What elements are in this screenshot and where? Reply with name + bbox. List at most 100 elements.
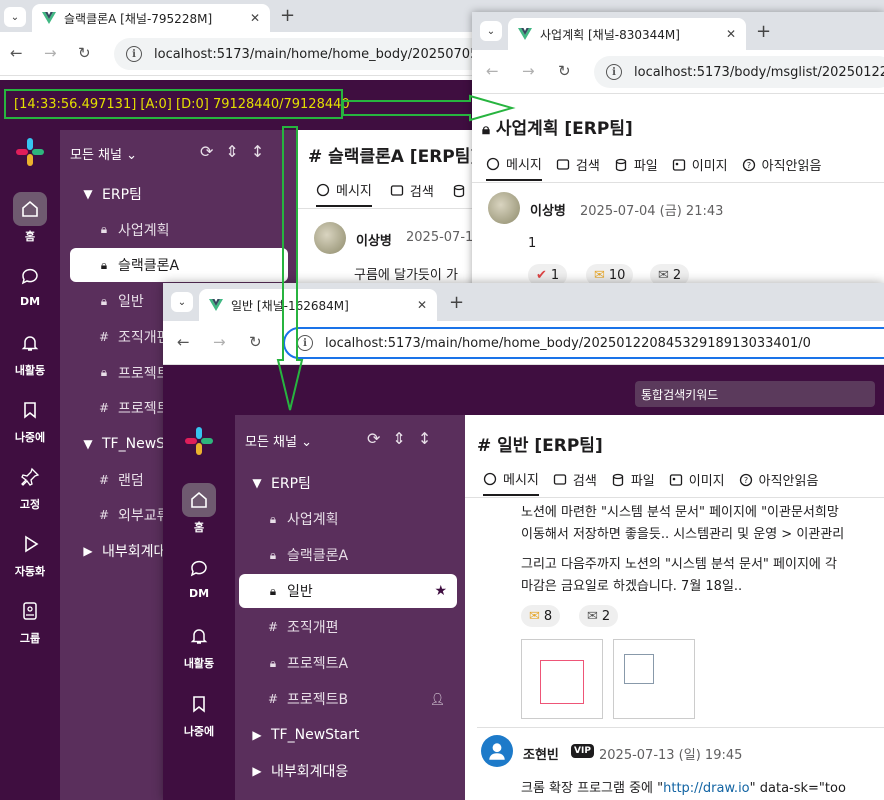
rail-label: 내활동 bbox=[14, 364, 46, 377]
tab-files[interactable]: 파일 bbox=[614, 154, 658, 181]
avatar[interactable] bbox=[314, 222, 346, 254]
close-tab-icon[interactable]: ✕ bbox=[417, 298, 427, 312]
collapse-icon[interactable]: ⇕ bbox=[225, 142, 238, 161]
tab-messages[interactable]: 메시지 bbox=[316, 180, 372, 207]
tab-messages[interactable]: 메시지 bbox=[486, 154, 542, 181]
message-link[interactable]: http://draw.io bbox=[663, 781, 750, 796]
sidebar-channel[interactable]: # 프로젝트B 👤︎ bbox=[239, 682, 457, 716]
all-channels-dropdown[interactable]: 모든 채널 ⌄ bbox=[70, 144, 137, 163]
sidebar-group[interactable]: ▼ ERP팀 bbox=[70, 177, 288, 211]
address-bar[interactable]: i localhost:5173/main/home/home_body/202… bbox=[114, 38, 514, 70]
pin-icon bbox=[21, 467, 40, 486]
sidebar-channel[interactable]: 🔒︎ 프로젝트A bbox=[239, 646, 457, 680]
star-icon[interactable]: ★ bbox=[434, 583, 447, 599]
tab-search-button[interactable]: ⌄ bbox=[4, 7, 26, 27]
tab-unread[interactable]: ? 아직안읽음 bbox=[739, 469, 818, 496]
hash-icon: # bbox=[98, 329, 110, 344]
avatar[interactable] bbox=[488, 192, 520, 224]
sidebar-group[interactable]: ▶ TF_NewStart bbox=[239, 718, 457, 752]
reload-icon[interactable]: ↻ bbox=[78, 44, 91, 62]
close-tab-icon[interactable]: ✕ bbox=[726, 27, 736, 41]
close-tab-icon[interactable]: ✕ bbox=[250, 11, 260, 25]
url-text: localhost:5173/main/home/home_body/20250… bbox=[325, 335, 811, 351]
rail-item-dm[interactable]: DM bbox=[0, 259, 60, 308]
message-author[interactable]: 이상병 bbox=[356, 230, 392, 249]
sidebar-channel[interactable]: 🔒︎ 사업계획 bbox=[70, 213, 288, 247]
expand-icon[interactable]: ↕ bbox=[418, 429, 431, 448]
rail-item-dm[interactable]: DM bbox=[163, 551, 235, 600]
rail-item-later[interactable]: 나중에 bbox=[0, 393, 60, 445]
sidebar-group[interactable]: ▼ ERP팀 bbox=[239, 466, 457, 500]
sidebar-channel[interactable]: 🔒︎ 슬랙클론A bbox=[239, 538, 457, 572]
reaction-envelope[interactable]: ✉ 2 bbox=[579, 605, 619, 627]
tab-title: 사업계획 [채널-830344M] bbox=[540, 27, 680, 42]
message-author[interactable]: 이상병 bbox=[530, 200, 566, 219]
envelope-icon: ✉ bbox=[658, 267, 669, 283]
channel-title-text: 사업계획 [ERP팀] bbox=[495, 119, 633, 139]
rail-item-activity[interactable]: 내활동 bbox=[163, 619, 235, 671]
tab-files[interactable]: 파일 bbox=[611, 469, 655, 496]
sidebar-channel[interactable]: 🔒︎ 사업계획 bbox=[239, 502, 457, 536]
rail-item-automation[interactable]: 자동화 bbox=[0, 527, 60, 579]
rail-item-later[interactable]: 나중에 bbox=[163, 687, 235, 739]
reload-icon[interactable]: ↻ bbox=[249, 333, 262, 351]
tab-search[interactable]: 검색 bbox=[390, 180, 434, 207]
back-icon[interactable]: ← bbox=[486, 62, 499, 80]
automation-icon bbox=[13, 527, 47, 561]
new-tab-button[interactable]: + bbox=[449, 292, 464, 313]
avatar[interactable] bbox=[481, 735, 513, 767]
site-info-icon[interactable]: i bbox=[606, 64, 622, 80]
collapse-icon[interactable]: ⇕ bbox=[392, 429, 405, 448]
forward-icon[interactable]: → bbox=[522, 62, 535, 80]
refresh-icon[interactable]: ⟳ bbox=[367, 429, 380, 448]
new-tab-button[interactable]: + bbox=[280, 5, 295, 26]
tab-images[interactable]: 이미지 bbox=[669, 469, 725, 496]
new-tab-button[interactable]: + bbox=[756, 21, 771, 42]
image-attachment[interactable] bbox=[613, 639, 695, 719]
site-info-icon[interactable]: i bbox=[126, 46, 142, 62]
forward-icon[interactable]: → bbox=[213, 333, 226, 351]
search-doc-icon bbox=[556, 158, 570, 170]
lock-icon: 🔒︎ bbox=[269, 655, 277, 670]
mail-icon: ✉ bbox=[529, 608, 540, 624]
address-bar[interactable]: i localhost:5173/main/home/home_body/202… bbox=[283, 327, 884, 359]
rail-item-group[interactable]: 그룹 bbox=[0, 594, 60, 646]
global-search-input[interactable]: 통합검색키워드 bbox=[635, 381, 875, 407]
browser-window-business-plan: ⌄ 사업계획 [채널-830344M] ✕ + ← → ↻ i localhos… bbox=[472, 12, 884, 302]
tab-search[interactable]: 검색 bbox=[553, 469, 597, 496]
rail-item-activity[interactable]: 내활동 bbox=[0, 326, 60, 378]
sidebar-channel[interactable]: 🔒︎ 일반 ★ bbox=[239, 574, 457, 608]
svg-text:?: ? bbox=[747, 161, 751, 170]
browser-tab[interactable]: 사업계획 [채널-830344M] ✕ bbox=[508, 18, 746, 50]
expand-icon[interactable]: ↕ bbox=[251, 142, 264, 161]
tab-messages[interactable]: 메시지 bbox=[483, 469, 539, 496]
tab-search-button[interactable]: ⌄ bbox=[171, 292, 193, 312]
rail-label: 홈 bbox=[24, 230, 36, 243]
all-channels-dropdown[interactable]: 모든 채널 ⌄ bbox=[245, 431, 312, 450]
sidebar-group[interactable]: ▶ 내부회계대응 bbox=[239, 754, 457, 788]
reload-icon[interactable]: ↻ bbox=[558, 62, 571, 80]
image-attachment[interactable] bbox=[521, 639, 603, 719]
sidebar-channel[interactable]: 🔒︎ 슬랙클론A bbox=[70, 248, 288, 283]
forward-icon[interactable]: → bbox=[44, 44, 57, 62]
site-info-icon[interactable]: i bbox=[297, 335, 313, 351]
tab-images[interactable]: 이미지 bbox=[672, 154, 728, 181]
browser-tab[interactable]: 일반 [채널-162684M] ✕ bbox=[199, 289, 437, 321]
back-icon[interactable]: ← bbox=[177, 333, 190, 351]
rail-item-home[interactable]: 홈 bbox=[163, 483, 235, 535]
rail-item-pin[interactable]: 고정 bbox=[0, 460, 60, 512]
tab-search-button[interactable]: ⌄ bbox=[480, 21, 502, 41]
back-icon[interactable]: ← bbox=[10, 44, 23, 62]
sidebar-channel[interactable]: # 조직개편 bbox=[239, 610, 457, 644]
reaction-mail[interactable]: ✉ 8 bbox=[521, 605, 561, 627]
channel-title: 🔒︎ 사업계획 [ERP팀] bbox=[482, 114, 633, 139]
message-author[interactable]: 조현빈 bbox=[523, 744, 559, 763]
home-icon bbox=[182, 483, 216, 517]
tab-label: 검색 bbox=[575, 159, 600, 174]
browser-tab[interactable]: 슬랙클론A [채널-795228M] ✕ bbox=[32, 4, 270, 32]
tab-unread[interactable]: ? 아직안읽음 bbox=[742, 154, 821, 181]
tab-search[interactable]: 검색 bbox=[556, 154, 600, 181]
refresh-icon[interactable]: ⟳ bbox=[200, 142, 213, 161]
rail-item-home[interactable]: 홈 bbox=[0, 192, 60, 244]
address-bar[interactable]: i localhost:5173/body/msglist/2025012208 bbox=[594, 56, 884, 88]
